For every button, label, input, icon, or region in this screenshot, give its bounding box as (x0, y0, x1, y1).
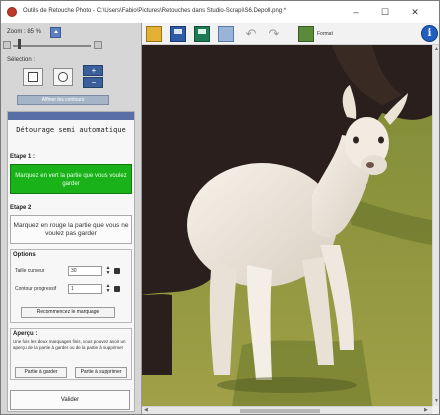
preview-delete-button[interactable]: Partie à supprimer (75, 367, 127, 378)
options-group: Options Taille curseur 30 ▲ ▼ Contour pro… (10, 249, 132, 323)
toolbar: ↶ ↷ Format i (142, 23, 439, 45)
cursor-size-input[interactable]: 30 (68, 266, 102, 276)
scroll-down-icon[interactable]: ▼ (434, 398, 439, 404)
scroll-up-icon[interactable]: ▲ (434, 46, 439, 52)
cutout-panel: Détourage semi automatique Etape 1 : Mar… (7, 111, 135, 412)
zoom-label: Zoom : 85 % (7, 29, 42, 35)
subtract-selection-button[interactable]: − (83, 77, 103, 88)
cursor-size-stepper[interactable]: ▲ ▼ (104, 266, 112, 276)
validate-button[interactable]: Valider (10, 390, 130, 410)
format-icon[interactable] (298, 26, 314, 42)
mark-remove-button[interactable]: Marquez en rouge la partie que vous ne v… (10, 215, 132, 244)
panel-title: Détourage semi automatique (16, 126, 126, 134)
rect-select-button[interactable] (23, 68, 43, 86)
progressive-edge-input[interactable]: 1 (68, 284, 102, 294)
restart-marking-button[interactable]: Recommencez le marquage (21, 307, 115, 318)
horizontal-scroll-thumb[interactable] (240, 409, 320, 413)
zoom-in-button[interactable] (94, 41, 102, 49)
selection-label: Sélection : (7, 57, 36, 63)
lasso-select-button[interactable] (53, 68, 73, 86)
mark-keep-button[interactable]: Marquez en vert la partie que vous voule… (10, 164, 132, 194)
plus-icon: + (91, 66, 97, 75)
panel-header-bar (8, 112, 134, 120)
redo-icon[interactable]: ↷ (266, 26, 282, 42)
zoom-slider[interactable] (13, 45, 91, 47)
zoom-spin-button[interactable] (50, 27, 61, 38)
rectangle-select-icon (28, 72, 38, 82)
save-icon[interactable] (170, 26, 186, 42)
left-sidebar: Zoom : 85 % Sélection : + − Affiner les … (1, 23, 142, 414)
progressive-edge-stepper[interactable]: ▲ ▼ (104, 284, 112, 294)
scroll-right-icon[interactable]: ▶ (424, 407, 428, 413)
close-button[interactable]: ✕ (406, 5, 424, 19)
app-window: Outils de Retouche Photo - C:\Users\Fabi… (0, 0, 440, 415)
maximize-button[interactable]: ☐ (376, 5, 394, 19)
photo-alpaca (142, 45, 432, 406)
save-as-icon[interactable] (194, 26, 210, 42)
vertical-scrollbar[interactable]: ▲ ▼ (432, 45, 439, 406)
horizontal-scrollbar[interactable]: ◀ ▶ (142, 406, 432, 414)
options-title: Options (13, 252, 36, 258)
preview-title: Aperçu : (13, 331, 38, 337)
minimize-button[interactable]: – (347, 5, 365, 19)
zoom-slider-thumb[interactable] (18, 39, 21, 49)
add-selection-button[interactable]: + (83, 65, 103, 76)
image-canvas[interactable] (142, 45, 432, 406)
progressive-edge-label: Contour progressif (15, 286, 57, 292)
preview-group: Aperçu : Une fois les deux marquages fin… (10, 328, 132, 380)
progressive-edge-icon (114, 286, 120, 292)
info-icon[interactable]: i (421, 25, 438, 42)
format-label[interactable]: Format (317, 31, 333, 37)
preview-description: Une fois les deux marquages finis, vous … (13, 339, 126, 350)
refine-edges-button[interactable]: Affiner les contours (17, 95, 109, 105)
open-folder-icon[interactable] (146, 26, 162, 42)
title-bar: Outils de Retouche Photo - C:\Users\Fabi… (1, 1, 439, 23)
window-title: Outils de Retouche Photo - C:\Users\Fabi… (23, 8, 287, 14)
layers-icon[interactable] (218, 26, 234, 42)
scroll-left-icon[interactable]: ◀ (144, 407, 148, 413)
cursor-size-icon (114, 268, 120, 274)
zoom-out-button[interactable] (3, 41, 11, 49)
preview-keep-button[interactable]: Partie à garder (15, 367, 67, 378)
minus-icon: − (91, 78, 97, 87)
step1-label: Etape 1 : (10, 154, 36, 160)
cursor-size-label: Taille curseur (15, 268, 45, 274)
lasso-icon (58, 72, 68, 82)
undo-icon[interactable]: ↶ (243, 26, 259, 42)
step2-label: Etape 2 (10, 205, 32, 211)
app-logo-icon (7, 7, 17, 17)
